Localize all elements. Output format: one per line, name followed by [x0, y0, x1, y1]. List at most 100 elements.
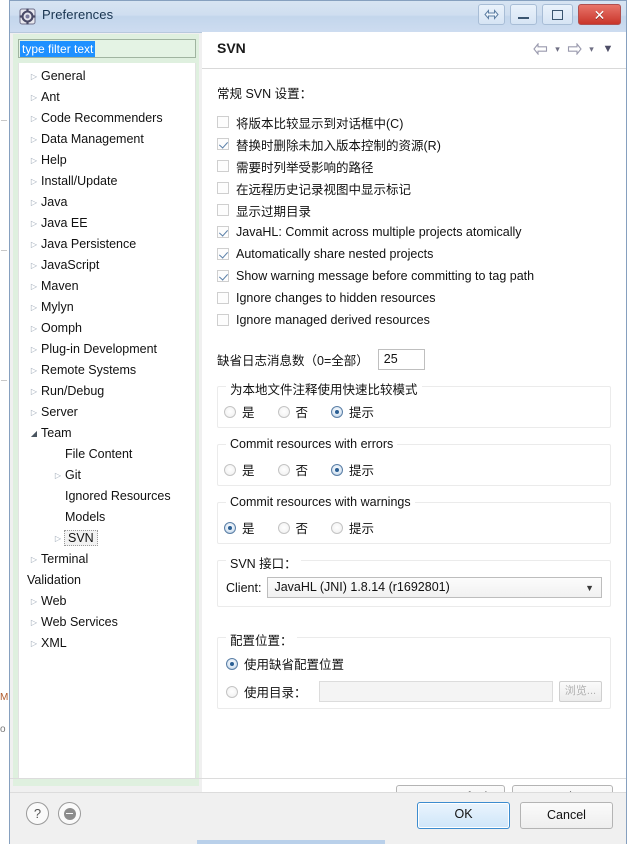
radio-option[interactable]: 否 [277, 518, 308, 537]
checkbox-unchecked-icon[interactable] [217, 314, 229, 326]
sidebar-item-plug-in-development[interactable]: ▷ Plug-in Development [19, 339, 195, 360]
sidebar-item-maven[interactable]: ▷ Maven [19, 276, 195, 297]
minimize-button[interactable] [510, 4, 537, 25]
chevron-right-icon[interactable]: ▷ [51, 465, 65, 486]
sidebar-item-ignored-resources[interactable]: Ignored Resources [19, 486, 195, 507]
sidebar-item-remote-systems[interactable]: ▷ Remote Systems [19, 360, 195, 381]
chevron-right-icon[interactable]: ▷ [51, 528, 65, 549]
chevron-down-icon[interactable]: ◢ [27, 423, 41, 444]
setting-checkbox-row[interactable]: Show warning message before committing t… [217, 265, 626, 287]
chevron-right-icon[interactable]: ▷ [27, 549, 41, 570]
radio-option[interactable]: 是 [224, 460, 255, 479]
checkbox-unchecked-icon[interactable] [217, 116, 229, 128]
checkbox-unchecked-icon[interactable] [217, 182, 229, 194]
shade-restore-button[interactable] [478, 4, 505, 25]
sidebar-item-java-ee[interactable]: ▷ Java EE [19, 213, 195, 234]
radio-option[interactable]: 提示 [331, 460, 374, 479]
chevron-right-icon[interactable]: ▷ [27, 192, 41, 213]
radio-option[interactable]: 否 [277, 460, 308, 479]
radio-selected-icon[interactable] [331, 405, 344, 418]
sidebar-item-git[interactable]: ▷ Git [19, 465, 195, 486]
sidebar-item-mylyn[interactable]: ▷ Mylyn [19, 297, 195, 318]
sidebar-item-svn[interactable]: ▷ SVN [19, 528, 195, 549]
forward-history-caret-icon[interactable]: ▾ [585, 41, 598, 57]
chevron-right-icon[interactable]: ▷ [27, 150, 41, 171]
maximize-button[interactable] [542, 4, 573, 25]
chevron-right-icon[interactable]: ▷ [27, 87, 41, 108]
setting-checkbox-row[interactable]: 需要时列举受影响的路径 [217, 155, 626, 177]
chevron-right-icon[interactable]: ▷ [27, 66, 41, 87]
log-messages-input[interactable]: 25 [377, 349, 425, 370]
chevron-right-icon[interactable]: ▷ [27, 402, 41, 423]
radio-option[interactable]: 否 [277, 402, 308, 421]
sidebar-item-validation[interactable]: Validation [19, 570, 195, 591]
checkbox-checked-icon[interactable] [217, 138, 229, 150]
config-directory-row[interactable]: 使用目录： 浏览... [218, 673, 610, 702]
page-menu-caret-icon[interactable]: ▼ [600, 41, 616, 57]
chevron-right-icon[interactable]: ▷ [27, 360, 41, 381]
sidebar-item-java[interactable]: ▷ Java [19, 192, 195, 213]
no-entry-icon[interactable] [58, 802, 81, 825]
sidebar-item-general[interactable]: ▷ General [19, 66, 195, 87]
setting-checkbox-row[interactable]: Automatically share nested projects [217, 243, 626, 265]
sidebar-item-xml[interactable]: ▷ XML [19, 633, 195, 654]
arrow-right-icon[interactable] [566, 41, 583, 57]
sidebar-item-code-recommenders[interactable]: ▷ Code Recommenders [19, 108, 195, 129]
config-directory-input[interactable] [318, 681, 553, 702]
chevron-right-icon[interactable]: ▷ [27, 171, 41, 192]
radio-option[interactable]: 是 [224, 402, 255, 421]
filter-input[interactable]: type filter text [18, 39, 196, 58]
sidebar-item-server[interactable]: ▷ Server [19, 402, 195, 423]
radio-option[interactable]: 提示 [331, 402, 374, 421]
setting-checkbox-row[interactable]: 在远程历史记录视图中显示标记 [217, 177, 626, 199]
sidebar-item-data-management[interactable]: ▷ Data Management [19, 129, 195, 150]
chevron-right-icon[interactable]: ▷ [27, 276, 41, 297]
sidebar-item-team[interactable]: ◢ Team [19, 423, 195, 444]
sidebar-item-web[interactable]: ▷ Web [19, 591, 195, 612]
radio-unselected-icon[interactable] [277, 521, 290, 534]
radio-unselected-icon[interactable] [224, 405, 236, 418]
help-icon[interactable]: ? [26, 802, 49, 825]
chevron-right-icon[interactable]: ▷ [27, 297, 41, 318]
radio-unselected-icon[interactable] [224, 463, 236, 476]
sidebar-item-java-persistence[interactable]: ▷ Java Persistence [19, 234, 195, 255]
close-button[interactable]: ✕ [578, 4, 621, 25]
checkbox-checked-icon[interactable] [217, 248, 229, 260]
radio-selected-icon[interactable] [224, 521, 236, 534]
config-directory-radio[interactable] [226, 685, 238, 698]
sidebar-item-web-services[interactable]: ▷ Web Services [19, 612, 195, 633]
setting-checkbox-row[interactable]: Ignore changes to hidden resources [217, 287, 626, 309]
checkbox-unchecked-icon[interactable] [217, 292, 229, 304]
sidebar-item-ant[interactable]: ▷ Ant [19, 87, 195, 108]
radio-unselected-icon[interactable] [277, 405, 290, 418]
setting-checkbox-row[interactable]: 显示过期目录 [217, 199, 626, 221]
chevron-right-icon[interactable]: ▷ [27, 234, 41, 255]
sidebar-item-file-content[interactable]: File Content [19, 444, 195, 465]
ok-button[interactable]: OK [417, 802, 510, 829]
setting-checkbox-row[interactable]: 替换时删除未加入版本控制的资源(R) [217, 133, 626, 155]
chevron-right-icon[interactable]: ▷ [27, 108, 41, 129]
chevron-right-icon[interactable]: ▷ [27, 129, 41, 150]
radio-selected-icon[interactable] [331, 463, 344, 476]
sidebar-item-javascript[interactable]: ▷ JavaScript [19, 255, 195, 276]
radio-unselected-icon[interactable] [331, 521, 344, 534]
back-history-caret-icon[interactable]: ▾ [551, 41, 564, 57]
radio-option[interactable]: 是 [224, 518, 255, 537]
chevron-right-icon[interactable]: ▷ [27, 591, 41, 612]
sidebar-item-oomph[interactable]: ▷ Oomph [19, 318, 195, 339]
setting-checkbox-row[interactable]: Ignore managed derived resources [217, 309, 626, 331]
cancel-button[interactable]: Cancel [520, 802, 613, 829]
checkbox-unchecked-icon[interactable] [217, 204, 229, 216]
sidebar-item-terminal[interactable]: ▷ Terminal [19, 549, 195, 570]
browse-button[interactable]: 浏览... [559, 681, 602, 702]
chevron-right-icon[interactable]: ▷ [27, 633, 41, 654]
sidebar-item-run-debug[interactable]: ▷ Run/Debug [19, 381, 195, 402]
svn-client-dropdown[interactable]: JavaHL (JNI) 1.8.14 (r1692801) ▼ [267, 577, 602, 598]
radio-option[interactable]: 提示 [331, 518, 374, 537]
chevron-right-icon[interactable]: ▷ [27, 612, 41, 633]
sidebar-item-install-update[interactable]: ▷ Install/Update [19, 171, 195, 192]
checkbox-unchecked-icon[interactable] [217, 160, 229, 172]
sidebar-item-models[interactable]: Models [19, 507, 195, 528]
config-default-radio[interactable] [226, 657, 238, 670]
radio-unselected-icon[interactable] [277, 463, 290, 476]
